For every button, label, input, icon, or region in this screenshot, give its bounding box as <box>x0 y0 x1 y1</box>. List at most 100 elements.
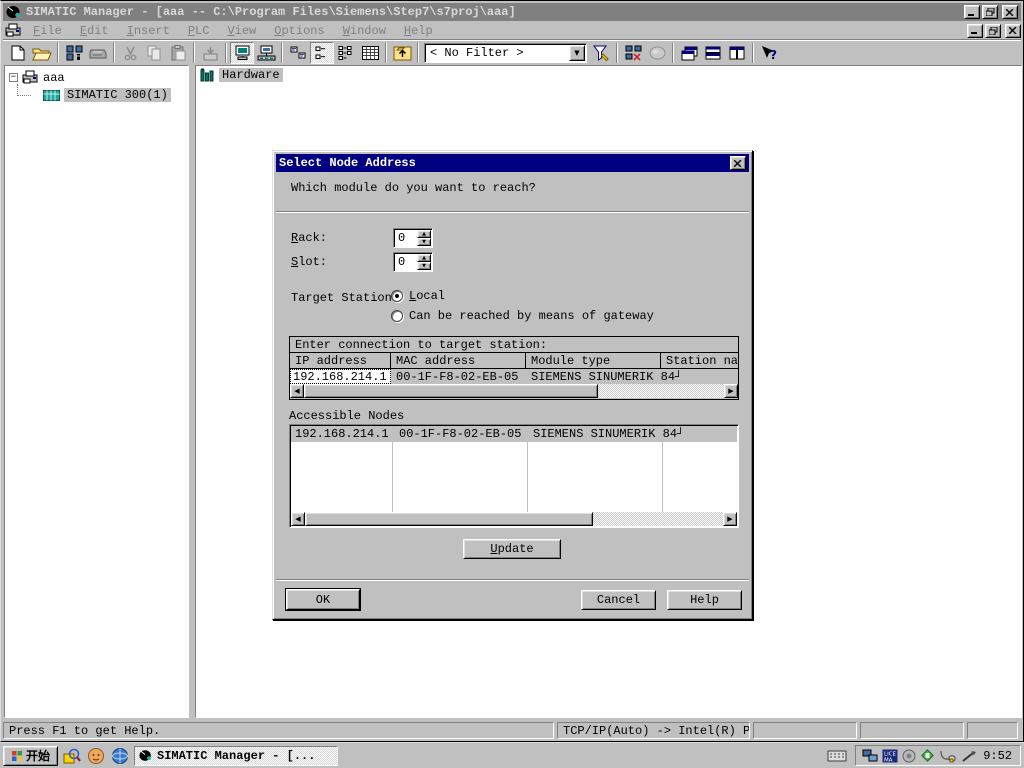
accessible-nodes-list[interactable]: 192.168.214.1 00-1F-F8-02-EB-05 SIEMENS … <box>289 424 739 528</box>
start-button[interactable]: 开始 <box>3 746 58 766</box>
paste-button[interactable] <box>166 42 190 64</box>
ok-button-frame: OK <box>285 588 361 611</box>
context-help-button[interactable]: ? <box>757 42 781 64</box>
svg-text:MA: MA <box>884 757 893 763</box>
scroll-left-icon[interactable]: ◀ <box>290 384 304 398</box>
column-header-module[interactable]: Module type <box>526 353 661 368</box>
slot-value[interactable]: 0 <box>394 253 417 271</box>
download-button[interactable] <box>198 42 222 64</box>
menu-edit[interactable]: Edit <box>71 24 118 38</box>
partner-view-button[interactable] <box>286 42 310 64</box>
dialog-titlebar: Select Node Address <box>276 154 749 172</box>
rack-up-icon[interactable]: ▲ <box>417 230 431 238</box>
menu-help[interactable]: Help <box>395 24 442 38</box>
rack-down-icon[interactable]: ▼ <box>417 238 431 246</box>
start-label: 开始 <box>26 747 50 764</box>
minimize-button[interactable] <box>964 5 980 19</box>
up-one-level-button[interactable] <box>390 42 414 64</box>
menu-insert[interactable]: Insert <box>118 24 179 38</box>
keyboard-layout-icon[interactable] <box>827 749 847 762</box>
expanded-tree-button[interactable] <box>334 42 358 64</box>
cancel-button[interactable]: Cancel <box>581 590 656 610</box>
network-icon[interactable] <box>862 749 878 763</box>
close-button[interactable] <box>1002 5 1018 19</box>
menu-window[interactable]: Window <box>334 24 395 38</box>
radio-local-label[interactable]: Local <box>409 289 445 303</box>
scroll-right-icon[interactable]: ▶ <box>723 512 737 526</box>
update-button[interactable]: Update <box>463 539 561 559</box>
cascade-windows-button[interactable] <box>677 42 701 64</box>
svg-text:?: ? <box>770 48 777 61</box>
tile-windows-button[interactable] <box>701 42 725 64</box>
help-button[interactable]: Help <box>667 590 742 610</box>
menu-options[interactable]: Options <box>265 24 333 38</box>
tree-project-label[interactable]: aaa <box>43 71 65 85</box>
tools-icon[interactable] <box>961 749 977 763</box>
accessible-nodes-window-button[interactable] <box>62 42 86 64</box>
scrollbar-thumb[interactable] <box>304 384 598 398</box>
slot-up-icon[interactable]: ▲ <box>417 254 431 262</box>
column-header-station[interactable]: Station name <box>661 353 738 368</box>
taskbar-clock[interactable]: 9:52 <box>981 749 1014 763</box>
menu-file[interactable]: File <box>24 24 71 38</box>
scrollbar-thumb[interactable] <box>305 512 593 526</box>
tile-vertical-button[interactable] <box>725 42 749 64</box>
project-icon[interactable] <box>5 23 22 38</box>
memory-card-button[interactable] <box>86 42 110 64</box>
find-icon[interactable] <box>62 746 82 766</box>
dialog-close-button[interactable] <box>730 156 746 170</box>
child-minimize-button[interactable] <box>967 24 983 38</box>
taskbar-task-button[interactable]: SIMATIC Manager - [... <box>134 746 338 766</box>
connection-row[interactable]: 192.168.214.1 00-1F-F8-02-EB-05 SIEMENS … <box>290 369 738 384</box>
tree-station-label[interactable]: SIMATIC 300(1) <box>64 88 171 102</box>
step7-service-icon[interactable] <box>920 748 935 763</box>
connection-table: Enter connection to target station: IP a… <box>289 336 739 400</box>
collapse-icon[interactable]: − <box>9 73 18 82</box>
cut-button[interactable] <box>118 42 142 64</box>
rack-spinner[interactable]: 0 ▲▼ <box>393 228 433 248</box>
scroll-right-icon[interactable]: ▶ <box>724 384 738 398</box>
restore-button[interactable] <box>982 5 998 19</box>
child-close-button[interactable] <box>1005 24 1021 38</box>
radio-gateway-label[interactable]: Can be reached by means of gateway <box>409 309 654 323</box>
child-restore-button[interactable] <box>985 24 1001 38</box>
content-item-hardware: Hardware <box>200 68 283 82</box>
license-manager-icon[interactable]: LICEMA <box>882 749 898 763</box>
status-message: Press F1 to get Help. <box>3 722 554 739</box>
filter-button[interactable] <box>589 42 613 64</box>
rack-value[interactable]: 0 <box>394 229 417 247</box>
new-project-button[interactable] <box>6 42 30 64</box>
copy-button[interactable] <box>142 42 166 64</box>
slot-down-icon[interactable]: ▼ <box>417 262 431 270</box>
simulation-button[interactable] <box>645 42 669 64</box>
user-face-icon[interactable] <box>86 746 106 766</box>
radio-local[interactable] <box>391 290 403 302</box>
column-header-ip[interactable]: IP address <box>290 353 391 368</box>
filter-combobox[interactable]: < No Filter > ▼ <box>424 43 587 63</box>
simatic-manager-icon <box>139 749 153 762</box>
open-project-button[interactable] <box>30 42 54 64</box>
node-module: SIEMENS SINUMERIK 84┘ <box>533 427 684 441</box>
online-offline-button[interactable] <box>254 42 278 64</box>
accessible-nodes-scrollbar[interactable]: ◀ ▶ <box>291 512 737 526</box>
radio-gateway[interactable] <box>391 310 403 322</box>
menu-view[interactable]: View <box>218 24 265 38</box>
ok-button[interactable]: OK <box>286 589 360 610</box>
content-item-label[interactable]: Hardware <box>219 68 283 82</box>
tree-node-project: − aaa <box>9 70 65 85</box>
menu-plc[interactable]: PLC <box>179 24 219 38</box>
chevron-down-icon[interactable]: ▼ <box>569 45 585 61</box>
volume-icon[interactable] <box>902 749 916 763</box>
scroll-left-icon[interactable]: ◀ <box>291 512 305 526</box>
accessible-nodes-button[interactable] <box>230 42 254 64</box>
pg-connection-icon[interactable] <box>939 749 957 763</box>
configure-network-button[interactable] <box>621 42 645 64</box>
slot-spinner[interactable]: 0 ▲▼ <box>393 252 433 272</box>
tree-view-button[interactable] <box>310 42 334 64</box>
connection-scrollbar[interactable]: ◀ ▶ <box>290 384 738 398</box>
details-view-button[interactable] <box>358 42 382 64</box>
connection-ip-field[interactable]: 192.168.214.1 <box>290 369 391 384</box>
column-header-mac[interactable]: MAC address <box>391 353 526 368</box>
internet-icon[interactable] <box>110 746 130 766</box>
accessible-node-row[interactable]: 192.168.214.1 00-1F-F8-02-EB-05 SIEMENS … <box>291 426 737 442</box>
